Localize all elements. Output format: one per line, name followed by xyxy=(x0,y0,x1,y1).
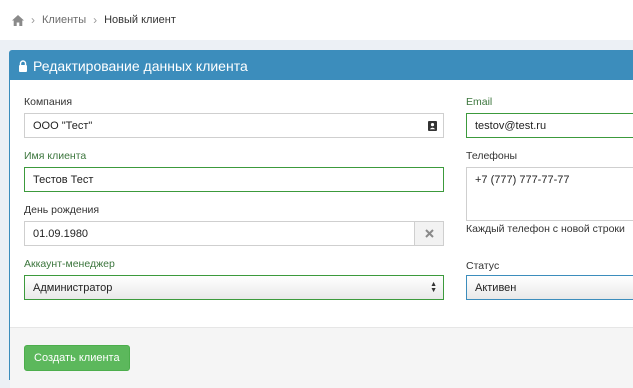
breadcrumb-current: Новый клиент xyxy=(104,14,176,26)
email-input[interactable]: testov@test.ru xyxy=(466,113,633,138)
status-value: Активен xyxy=(475,281,517,294)
account-manager-label: Аккаунт-менеджер xyxy=(24,258,115,270)
phones-textarea[interactable]: +7 (777) 777-77-77 xyxy=(466,167,633,221)
company-input[interactable]: ООО "Тест" xyxy=(24,113,444,138)
select-caret-icon: ▲ ▼ xyxy=(430,281,437,294)
phones-value: +7 (777) 777-77-77 xyxy=(475,174,570,186)
status-label: Статус xyxy=(466,260,500,272)
breadcrumb-separator: › xyxy=(31,13,35,27)
breadcrumb: › Клиенты › Новый клиент xyxy=(0,0,633,40)
client-name-value: Тестов Тест xyxy=(33,173,94,186)
birthday-value: 01.09.1980 xyxy=(33,227,89,240)
client-name-label: Имя клиента xyxy=(24,150,87,162)
phones-label: Телефоны xyxy=(466,150,518,162)
phones-hint: Каждый телефон с новой строки xyxy=(466,223,625,235)
breadcrumb-separator: › xyxy=(93,13,98,27)
lock-icon xyxy=(19,59,27,72)
company-label: Компания xyxy=(24,96,73,108)
birthday-input[interactable]: 01.09.1980 xyxy=(24,221,415,246)
panel-header: Редактирование данных клиента xyxy=(10,51,633,80)
breadcrumb-clients-link[interactable]: Клиенты xyxy=(42,14,86,26)
birthday-clear-button[interactable] xyxy=(414,221,444,246)
create-client-button[interactable]: Создать клиента xyxy=(24,345,130,371)
clear-icon xyxy=(424,229,434,238)
panel-title: Редактирование данных клиента xyxy=(33,57,248,74)
client-name-input[interactable]: Тестов Тест xyxy=(24,167,444,192)
home-icon[interactable] xyxy=(12,14,24,26)
contact-card-icon[interactable] xyxy=(428,121,437,131)
account-manager-value: Администратор xyxy=(33,281,113,294)
account-manager-select[interactable]: Администратор ▲ ▼ xyxy=(24,275,444,300)
birthday-label: День рождения xyxy=(24,204,100,216)
email-label: Email xyxy=(466,96,493,108)
panel-footer: Создать клиента xyxy=(10,327,633,388)
company-value: ООО "Тест" xyxy=(33,119,93,132)
email-value: testov@test.ru xyxy=(475,119,547,132)
client-edit-panel: Редактирование данных клиента Компания О… xyxy=(9,50,633,388)
status-select[interactable]: Активен xyxy=(466,275,633,300)
